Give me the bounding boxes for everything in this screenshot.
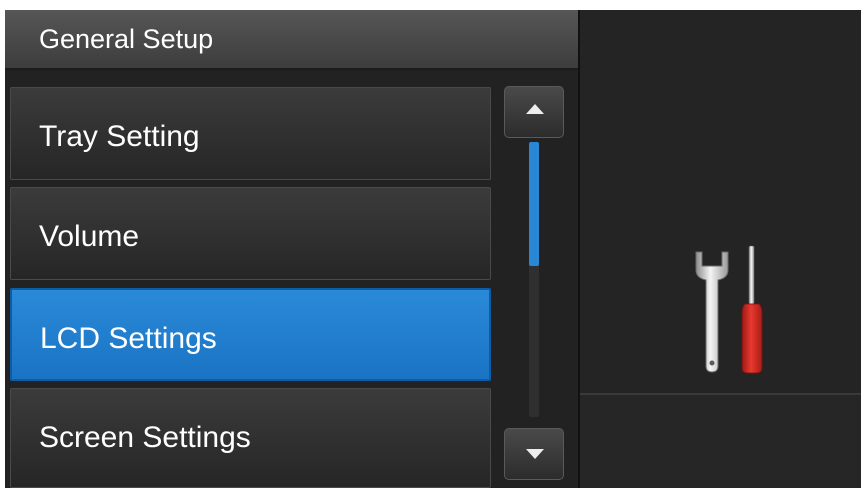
scrollbar-track[interactable] [529,142,539,417]
wrench-screwdriver-icon [695,245,763,374]
menu-item-label: LCD Settings [40,322,217,355]
menu-item-screen-settings[interactable]: Screen Settings [10,388,491,488]
triangle-up-icon [526,104,544,114]
menu-list: Tray Setting Volume LCD Settings Screen … [5,70,578,488]
menu-item-label: Volume [39,220,140,253]
menu-item-lcd-settings[interactable]: LCD Settings [10,288,491,381]
scroll-down-button[interactable] [504,428,564,480]
scroll-up-button[interactable] [504,86,564,138]
menu-item-volume[interactable]: Volume [10,187,491,280]
menu-item-label: Tray Setting [39,120,200,153]
page-title: General Setup [39,24,214,54]
side-panel-lower [580,395,861,488]
lcd-screen: General Setup Tray Setting Volume LCD Se… [5,10,861,488]
menu-item-tray-setting[interactable]: Tray Setting [10,87,491,180]
scrollbar-thumb[interactable] [529,142,539,266]
title-bar: General Setup [5,10,578,70]
settings-icon-panel [580,10,861,395]
triangle-down-icon [526,449,544,459]
menu-item-label: Screen Settings [39,421,251,454]
